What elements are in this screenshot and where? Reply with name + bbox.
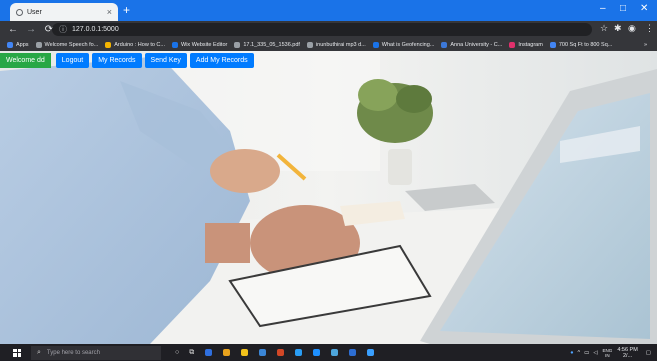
bookmark-item[interactable]: 700 Sq Ft to 800 Sq... [549, 41, 613, 48]
bookmark-item[interactable]: Wix Website Editor [172, 41, 228, 48]
bookmark-favicon-icon [105, 41, 112, 48]
add-my-records-button[interactable]: Add My Records [189, 53, 254, 68]
bookmark-item[interactable]: 17.1_335_05_1536.pdf [234, 41, 300, 48]
my-records-button[interactable]: My Records [92, 53, 142, 68]
clock-date: 2/... [622, 353, 633, 359]
bookmark-label: Anna University - C... [450, 41, 503, 48]
taskbar-app-icon[interactable] [295, 349, 303, 356]
language-indicator[interactable]: ENG IN [603, 348, 613, 358]
bookmark-favicon-icon [172, 41, 178, 48]
welcome-label: Welcome dd [0, 53, 51, 68]
more-bookmarks-icon[interactable]: » [644, 42, 647, 48]
bookmark-label: inunbuthirai mp3 d... [315, 41, 366, 48]
address-bar[interactable]: ⓘ 127.0.0.1:5000 [52, 23, 592, 36]
arrow-right-icon[interactable]: → [26, 24, 36, 35]
send-key-button[interactable]: Send Key [144, 53, 187, 68]
globe-icon [16, 8, 23, 16]
bookmark-favicon-icon [441, 41, 448, 48]
browser-tab-strip: User × + – □ ✕ [0, 0, 657, 21]
search-placeholder: Type here to search [46, 349, 100, 356]
bookmark-label: 17.1_335_05_1536.pdf [243, 41, 300, 48]
arrow-left-icon[interactable]: ← [8, 24, 18, 35]
bookmark-favicon-icon [234, 41, 241, 48]
bookmarks-bar: Apps Welcome Speech fo... Arduino : How to… [0, 38, 657, 52]
bookmark-item[interactable]: Arduino : How to C... [105, 41, 165, 48]
windows-taskbar: ⌕ Type here to search ○ ⧉ ● ^ ▭ ◁ ENG IN… [0, 344, 657, 361]
star-icon[interactable]: ☆ [600, 23, 608, 34]
clock[interactable]: 4:56 PM 2/... [617, 347, 637, 359]
top-navbar: Welcome dd Logout My Records Send Key Ad… [0, 53, 254, 68]
tab-close-icon[interactable]: × [107, 7, 112, 17]
logout-button[interactable]: Logout [55, 53, 90, 68]
bookmark-favicon-icon [372, 41, 379, 48]
taskbar-search[interactable]: ⌕ Type here to search [31, 345, 161, 360]
bookmark-label: Apps [16, 41, 29, 48]
volume-icon[interactable]: ◁ [593, 350, 597, 356]
menu-icon[interactable]: ⋮ [645, 23, 654, 34]
bookmark-item[interactable]: What is Geofencing... [372, 41, 435, 48]
network-icon[interactable]: ▭ [584, 350, 589, 356]
tab-title: User [27, 8, 42, 16]
minimize-button[interactable]: – [600, 3, 606, 15]
extensions-icon[interactable]: ✱ [614, 23, 622, 34]
windows-start-icon[interactable] [13, 348, 21, 357]
url-text: 127.0.0.1:5000 [72, 26, 119, 33]
bookmark-favicon-icon [509, 41, 516, 48]
new-tab-button[interactable]: + [123, 3, 130, 17]
bookmark-favicon-icon [35, 41, 42, 48]
cortana-icon[interactable]: ○ [175, 349, 179, 356]
bookmark-favicon-icon [306, 41, 313, 48]
taskbar-app-icon[interactable] [349, 349, 357, 356]
browser-toolbar: ← → ⟳ ⓘ 127.0.0.1:5000 ☆ ✱ ◉ ⋮ [0, 21, 657, 38]
bookmark-label: Arduino : How to C... [114, 41, 165, 48]
taskbar-app-icon[interactable] [205, 349, 213, 356]
taskbar-app-icon[interactable] [277, 349, 285, 356]
profile-icon[interactable]: ◉ [628, 23, 636, 34]
info-icon[interactable]: ⓘ [59, 24, 67, 35]
notification-icon[interactable]: ▢ [646, 350, 651, 356]
bookmark-label: Instagram [518, 41, 543, 48]
weather-icon[interactable]: ● [570, 350, 573, 356]
system-tray: ● ^ ▭ ◁ ENG IN 4:56 PM 2/... ▢ [570, 347, 651, 359]
bookmark-item[interactable]: Instagram [509, 41, 543, 48]
bookmark-label: What is Geofencing... [381, 41, 435, 48]
language-region: IN [605, 353, 610, 358]
bookmark-item[interactable]: Welcome Speech fo... [35, 41, 99, 48]
close-window-button[interactable]: ✕ [640, 3, 648, 15]
browser-tab[interactable]: User × [10, 3, 118, 21]
page-content: Welcome dd Logout My Records Send Key Ad… [0, 51, 657, 344]
bookmark-item[interactable]: inunbuthirai mp3 d... [306, 41, 366, 48]
taskbar-app-icon[interactable] [241, 349, 249, 356]
hero-image [0, 51, 657, 344]
bookmark-label: 700 Sq Ft to 800 Sq... [558, 41, 613, 48]
chevron-up-icon[interactable]: ^ [578, 350, 581, 356]
bookmark-favicon-icon [549, 41, 556, 48]
bookmark-item[interactable]: Apps [7, 41, 29, 48]
bookmark-favicon-icon [7, 41, 13, 48]
bookmark-label: Wix Website Editor [181, 41, 228, 48]
taskbar-app-icon[interactable] [331, 349, 339, 356]
taskbar-app-icon[interactable] [367, 349, 375, 356]
maximize-button[interactable]: □ [620, 3, 626, 15]
bookmark-item[interactable]: Anna University - C... [441, 41, 503, 48]
search-icon: ⌕ [37, 348, 41, 356]
bookmark-label: Welcome Speech fo... [44, 41, 99, 48]
taskbar-app-icon[interactable] [223, 349, 231, 356]
taskbar-app-icon[interactable] [259, 349, 267, 356]
taskbar-app-icon[interactable] [313, 349, 321, 356]
